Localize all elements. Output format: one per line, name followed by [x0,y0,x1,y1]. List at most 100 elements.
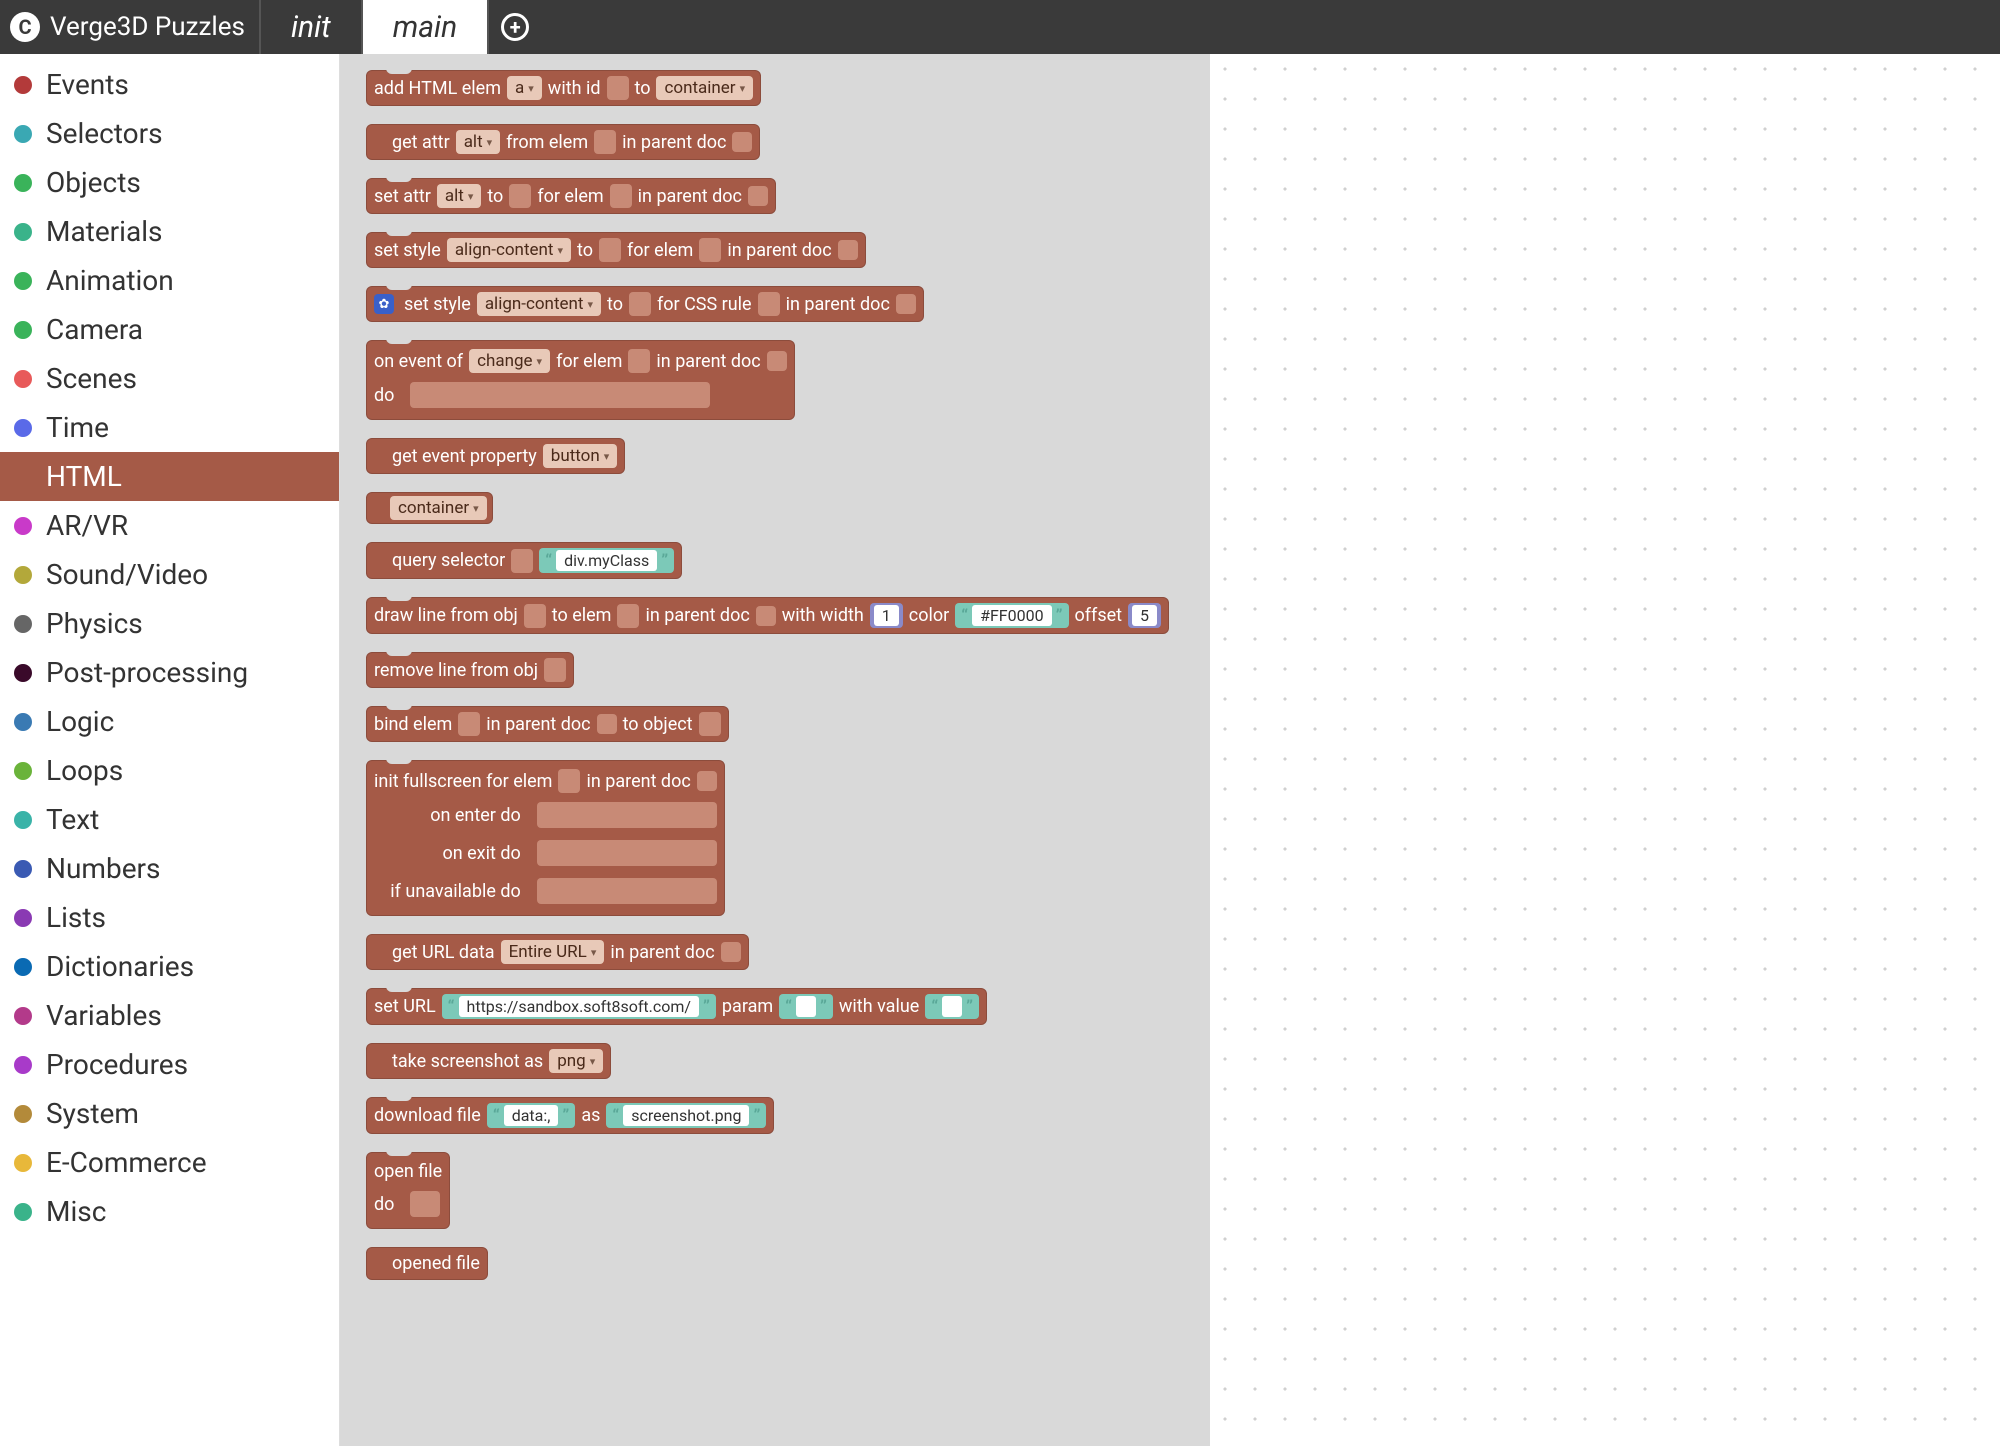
block-open-file[interactable]: open file do [366,1152,450,1229]
string-value[interactable]: “ ” [779,994,833,1019]
category-materials[interactable]: Materials [0,207,339,256]
statement-slot[interactable] [537,840,717,866]
tab-init[interactable]: init [259,0,361,54]
block-opened-file[interactable]: opened file [366,1247,488,1280]
category-text[interactable]: Text [0,795,339,844]
category-color-dot [14,223,32,241]
value-socket[interactable] [594,130,616,154]
value-socket[interactable] [511,549,533,573]
block-query-selector[interactable]: query selector “div.myClass” [366,542,682,579]
value-socket[interactable] [617,604,639,628]
category-events[interactable]: Events [0,60,339,109]
block-get-event-property[interactable]: get event propertybutton [366,438,625,474]
string-value[interactable]: “ ” [925,994,979,1019]
category-label: Objects [46,166,141,199]
string-value[interactable]: “https://sandbox.soft8soft.com/” [442,994,716,1019]
category-html[interactable]: HTML [0,452,339,501]
category-ar-vr[interactable]: AR/VR [0,501,339,550]
category-misc[interactable]: Misc [0,1187,339,1236]
value-socket[interactable] [599,238,621,262]
block-set-style-css-rule[interactable]: ✿ set stylealign-content to for CSS rule… [366,286,924,322]
dropdown-style[interactable]: align-content [477,292,601,316]
category-camera[interactable]: Camera [0,305,339,354]
block-on-event[interactable]: on event ofchange for elem in parent doc… [366,340,795,420]
string-value[interactable]: “#FF0000” [955,603,1068,628]
block-add-html-elem[interactable]: add HTML elema with id tocontainer [366,70,761,106]
value-socket[interactable] [509,184,531,208]
dropdown-format[interactable]: png [549,1049,603,1073]
gear-icon[interactable]: ✿ [374,294,394,314]
category-system[interactable]: System [0,1089,339,1138]
block-download-file[interactable]: download file “data:,” as “screenshot.pn… [366,1097,774,1134]
checkbox-parent-doc[interactable] [697,771,717,791]
block-container[interactable]: container [366,492,493,524]
category-post-processing[interactable]: Post-processing [0,648,339,697]
number-value[interactable]: 1 [870,603,903,628]
dropdown-attr[interactable]: alt [456,130,500,154]
category-animation[interactable]: Animation [0,256,339,305]
statement-slot[interactable] [537,802,717,828]
category-objects[interactable]: Objects [0,158,339,207]
value-socket[interactable] [558,769,580,793]
value-socket[interactable] [699,238,721,262]
category-scenes[interactable]: Scenes [0,354,339,403]
value-socket[interactable] [524,604,546,628]
tab-main[interactable]: main [361,0,488,54]
value-socket[interactable] [458,712,480,736]
block-set-attr[interactable]: set attralt to for elem in parent doc [366,178,776,214]
category-variables[interactable]: Variables [0,991,339,1040]
dropdown-style[interactable]: align-content [447,238,571,262]
category-dictionaries[interactable]: Dictionaries [0,942,339,991]
dropdown-event-prop[interactable]: button [543,444,618,468]
value-socket[interactable] [699,712,721,736]
add-tab-button[interactable]: + [487,0,541,54]
category-physics[interactable]: Physics [0,599,339,648]
block-bind-elem[interactable]: bind elem in parent doc to object [366,706,729,742]
block-init-fullscreen[interactable]: init fullscreen for elem in parent doc o… [366,760,725,916]
statement-slot[interactable] [410,1191,440,1217]
value-socket[interactable] [628,349,650,373]
category-procedures[interactable]: Procedures [0,1040,339,1089]
checkbox-parent-doc[interactable] [756,606,776,626]
string-value[interactable]: “screenshot.png” [606,1103,766,1128]
block-get-url-data[interactable]: get URL dataEntire URL in parent doc [366,934,749,970]
value-socket[interactable] [607,76,629,100]
value-socket[interactable] [610,184,632,208]
value-socket[interactable] [544,658,566,682]
category-logic[interactable]: Logic [0,697,339,746]
category-lists[interactable]: Lists [0,893,339,942]
category-sound-video[interactable]: Sound/Video [0,550,339,599]
category-numbers[interactable]: Numbers [0,844,339,893]
value-socket[interactable] [629,292,651,316]
block-get-attr[interactable]: get attralt from elem in parent doc [366,124,760,160]
dropdown-container[interactable]: container [390,496,487,520]
checkbox-parent-doc[interactable] [721,942,741,962]
value-socket[interactable] [758,292,780,316]
category-loops[interactable]: Loops [0,746,339,795]
checkbox-parent-doc[interactable] [748,186,768,206]
number-value[interactable]: 5 [1128,603,1161,628]
block-take-screenshot[interactable]: take screenshot aspng [366,1043,611,1079]
category-selectors[interactable]: Selectors [0,109,339,158]
dropdown-attr[interactable]: alt [437,184,481,208]
block-remove-line[interactable]: remove line from obj [366,652,574,688]
workspace-canvas[interactable] [1210,54,2000,1446]
checkbox-parent-doc[interactable] [732,132,752,152]
statement-slot[interactable] [410,382,710,408]
category-e-commerce[interactable]: E-Commerce [0,1138,339,1187]
block-set-url[interactable]: set URL “https://sandbox.soft8soft.com/”… [366,988,987,1025]
category-time[interactable]: Time [0,403,339,452]
dropdown-elem-type[interactable]: a [507,76,542,100]
block-set-style[interactable]: set stylealign-content to for elem in pa… [366,232,866,268]
checkbox-parent-doc[interactable] [838,240,858,260]
checkbox-parent-doc[interactable] [896,294,916,314]
statement-slot[interactable] [537,878,717,904]
block-draw-line[interactable]: draw line from obj to elem in parent doc… [366,597,1169,634]
dropdown-url-data[interactable]: Entire URL [501,940,605,964]
string-value[interactable]: “div.myClass” [539,548,674,573]
checkbox-parent-doc[interactable] [597,714,617,734]
checkbox-parent-doc[interactable] [767,351,787,371]
dropdown-target[interactable]: container [656,76,753,100]
dropdown-event[interactable]: change [469,349,550,373]
string-value[interactable]: “data:,” [487,1103,575,1128]
